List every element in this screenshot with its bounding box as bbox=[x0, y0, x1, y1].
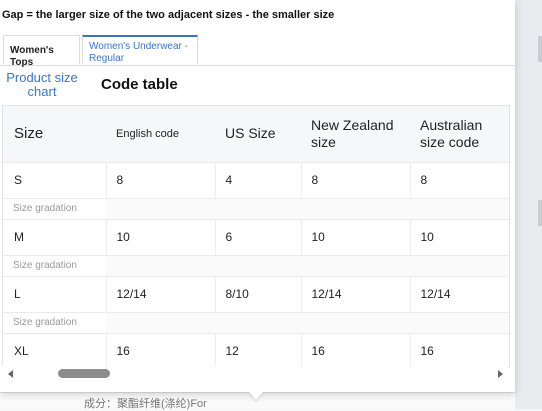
table-row: L 12/14 8/10 12/14 12/14 bbox=[3, 276, 509, 313]
page-scrollbar-track[interactable] bbox=[515, 0, 542, 409]
us-size-cell: 8/10 bbox=[214, 276, 301, 313]
size-table: Size English code US Size New Zealand si… bbox=[3, 106, 509, 367]
size-cell: M bbox=[3, 219, 106, 256]
size-cell: L bbox=[3, 276, 106, 313]
column-header-size: Size bbox=[3, 106, 106, 163]
column-header-english-code: English code bbox=[106, 106, 215, 163]
nz-size-cell: 16 bbox=[300, 333, 410, 367]
page-scrollbar-thumb[interactable] bbox=[538, 36, 542, 62]
scroll-right-icon[interactable] bbox=[498, 370, 503, 378]
gradation-row: Size gradation bbox=[3, 312, 509, 334]
size-table-container[interactable]: Size English code US Size New Zealand si… bbox=[2, 105, 510, 368]
gradation-row: Size gradation bbox=[3, 198, 509, 220]
au-size-cell: 10 bbox=[409, 219, 509, 256]
column-header-us-size: US Size bbox=[215, 106, 301, 163]
au-size-cell: 16 bbox=[409, 333, 509, 367]
au-size-cell: 8 bbox=[409, 162, 509, 199]
english-code-cell: 10 bbox=[105, 219, 215, 256]
size-cell: S bbox=[3, 162, 106, 199]
nz-size-cell: 8 bbox=[300, 162, 410, 199]
column-header-australian-size-code: Australian size code bbox=[410, 106, 509, 163]
gap-note: Gap = the larger size of the two adjacen… bbox=[2, 9, 335, 21]
page-scrollbar-thumb-2[interactable] bbox=[538, 200, 542, 226]
us-size-cell: 6 bbox=[214, 219, 301, 256]
nz-size-cell: 10 bbox=[300, 219, 410, 256]
scroll-left-icon[interactable] bbox=[8, 370, 13, 378]
gradation-label: Size gradation bbox=[3, 198, 106, 220]
table-horizontal-scrollbar[interactable] bbox=[2, 366, 508, 382]
size-cell: XL bbox=[3, 333, 106, 367]
us-size-cell: 12 bbox=[214, 333, 301, 367]
tab-womens-tops[interactable]: Women's Tops bbox=[3, 35, 80, 68]
subtab-code-table[interactable]: Code table bbox=[101, 76, 178, 93]
english-code-cell: 8 bbox=[105, 162, 215, 199]
subtab-product-size-chart[interactable]: Product size chart bbox=[2, 71, 82, 107]
gradation-label: Size gradation bbox=[3, 255, 106, 277]
english-code-cell: 12/14 bbox=[105, 276, 215, 313]
gradation-label: Size gradation bbox=[3, 312, 106, 334]
tab-womens-underwear-regular[interactable]: Women's Underwear - Regular bbox=[82, 35, 198, 64]
column-header-new-zealand-size: New Zealand size bbox=[301, 106, 410, 163]
table-row: M 10 6 10 10 bbox=[3, 219, 509, 256]
scrollbar-thumb[interactable] bbox=[58, 369, 110, 378]
size-chart-popup: Gap = the larger size of the two adjacen… bbox=[0, 0, 515, 392]
us-size-cell: 4 bbox=[214, 162, 301, 199]
english-code-cell: 16 bbox=[105, 333, 215, 367]
table-header-row: Size English code US Size New Zealand si… bbox=[3, 106, 509, 163]
category-tabs: Women's Tops Women's Underwear - Regular bbox=[0, 35, 515, 68]
gradation-row: Size gradation bbox=[3, 255, 509, 277]
table-row: XL 16 12 16 16 bbox=[3, 333, 509, 367]
nz-size-cell: 12/14 bbox=[300, 276, 410, 313]
table-row: S 8 4 8 8 bbox=[3, 162, 509, 199]
popup-pointer bbox=[249, 392, 263, 400]
au-size-cell: 12/14 bbox=[409, 276, 509, 313]
